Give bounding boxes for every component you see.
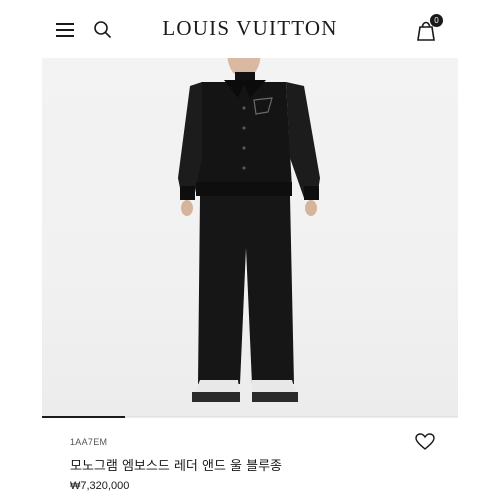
brand-logo[interactable]: LOUIS VUITTON [160, 16, 340, 41]
product-sku: 1AA7EM [70, 437, 108, 447]
product-price: ₩7,320,000 [70, 480, 130, 492]
model-jacket-image [178, 58, 320, 402]
search-button[interactable] [93, 20, 113, 40]
search-icon [94, 21, 112, 39]
gallery-progress-indicator [42, 416, 125, 418]
hamburger-menu-icon [56, 23, 74, 25]
product-image[interactable] [42, 58, 458, 418]
heart-icon [415, 433, 435, 450]
menu-button[interactable] [56, 20, 76, 38]
header: LOUIS VUITTON 0 [0, 0, 500, 58]
product-name: 모노그램 엠보스드 레더 앤드 울 블루종 [70, 459, 283, 474]
cart-count-badge: 0 [430, 14, 443, 27]
wishlist-button[interactable] [415, 433, 435, 451]
